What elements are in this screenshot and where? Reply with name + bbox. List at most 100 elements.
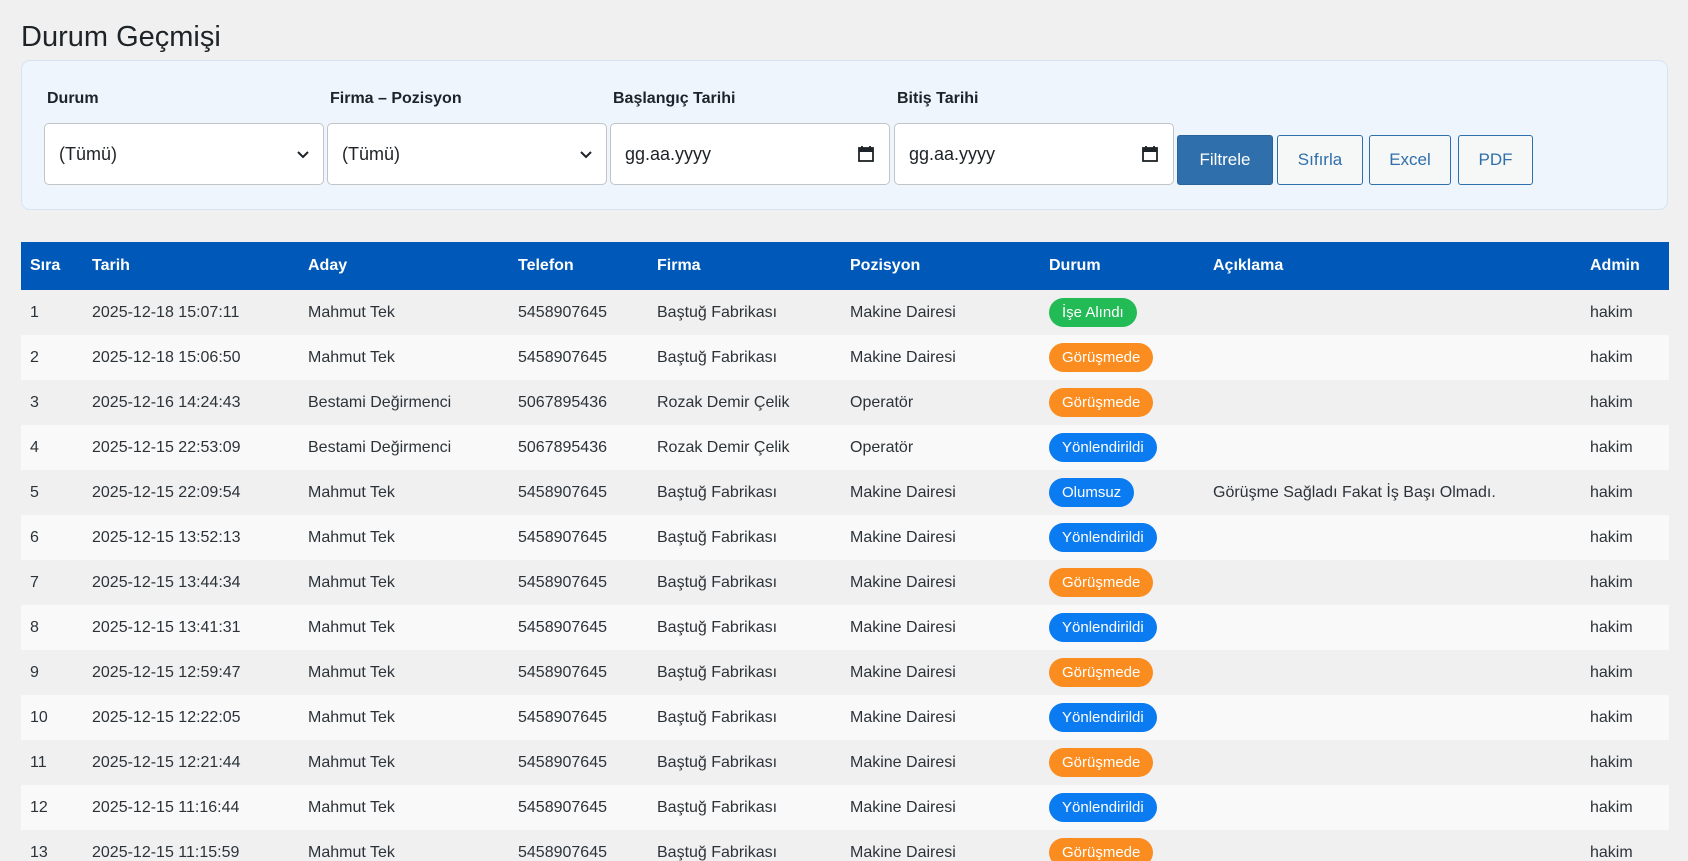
date-cell: 2025-12-18 15:07:11: [92, 303, 240, 321]
status-badge: Yönlendirildi: [1049, 523, 1157, 552]
reset-button[interactable]: Sıfırla: [1277, 135, 1363, 185]
calendar-icon[interactable]: [857, 145, 875, 163]
description-cell: [1204, 650, 1581, 695]
table-header-row: Sıra Tarih Aday Telefon Firma Pozisyon Durum Aç…: [21, 242, 1669, 290]
phone-cell: 5458907645: [518, 843, 607, 861]
status-cell: İşe Alındı: [1040, 290, 1204, 335]
table-row: 11 2025-12-15 12:21:44 Mahmut Tek 545890764…: [21, 740, 1669, 785]
status-cell: Yönlendirildi: [1040, 425, 1204, 470]
excel-export-button[interactable]: Excel: [1369, 135, 1451, 185]
date-cell: 2025-12-15 12:22:05: [92, 708, 241, 726]
table-row: 7 2025-12-15 13:44:34 Mahmut Tek 5458907645…: [21, 560, 1669, 605]
admin-cell: hakim: [1590, 618, 1633, 636]
table-row: 8 2025-12-15 13:41:31 Mahmut Tek 5458907645…: [21, 605, 1669, 650]
col-header-description: Açıklama: [1213, 257, 1284, 274]
start-date-input[interactable]: gg.aa.yyyy: [610, 123, 890, 185]
status-cell: Görüşmede: [1040, 560, 1204, 605]
position-cell: Makine Dairesi: [850, 573, 956, 591]
date-cell: 2025-12-15 11:15:59: [92, 843, 240, 861]
order-cell: 13: [30, 843, 48, 861]
order-cell: 11: [30, 753, 47, 771]
start-date-filter-label: Başlangıç Tarihi: [613, 90, 736, 107]
company-cell: Baştuğ Fabrikası: [657, 753, 778, 771]
company-cell: Baştuğ Fabrikası: [657, 573, 778, 591]
candidate-cell: Bestami Değirmenci: [308, 393, 452, 411]
description-cell: [1204, 335, 1581, 380]
position-cell: Makine Dairesi: [850, 483, 956, 501]
admin-cell: hakim: [1590, 708, 1633, 726]
phone-cell: 5067895436: [518, 393, 607, 411]
order-cell: 4: [30, 438, 39, 456]
status-badge: Görüşmede: [1049, 568, 1154, 597]
status-cell: Görüşmede: [1040, 335, 1204, 380]
pdf-export-button[interactable]: PDF: [1458, 135, 1533, 185]
order-cell: 5: [30, 483, 39, 501]
phone-cell: 5458907645: [518, 753, 607, 771]
filter-button[interactable]: Filtrele: [1177, 135, 1273, 185]
description-cell: [1204, 785, 1581, 830]
phone-cell: 5458907645: [518, 708, 607, 726]
table-row: 9 2025-12-15 12:59:47 Mahmut Tek 5458907645…: [21, 650, 1669, 695]
admin-cell: hakim: [1590, 393, 1633, 411]
date-cell: 2025-12-15 22:53:09: [92, 438, 241, 456]
phone-cell: 5458907645: [518, 528, 607, 546]
chevron-down-icon: [580, 151, 592, 159]
status-select[interactable]: (Tümü): [44, 123, 324, 185]
description-cell: [1204, 560, 1581, 605]
candidate-cell: Mahmut Tek: [308, 663, 395, 681]
start-date-filter: Başlangıç Tarihi gg.aa.yyyy: [610, 89, 890, 185]
company-cell: Rozak Demir Çelik: [657, 393, 790, 411]
admin-cell: hakim: [1590, 798, 1633, 816]
status-cell: Görüşmede: [1040, 650, 1204, 695]
table-row: 1 2025-12-18 15:07:11 Mahmut Tek 5458907645…: [21, 290, 1669, 335]
phone-cell: 5458907645: [518, 618, 607, 636]
candidate-cell: Mahmut Tek: [308, 348, 395, 366]
description-cell: [1204, 515, 1581, 560]
position-cell: Makine Dairesi: [850, 708, 956, 726]
order-cell: 9: [30, 663, 39, 681]
status-badge: Görüşmede: [1049, 748, 1154, 777]
page: Durum Geçmişi Durum (Tümü) Firma – Pozis…: [0, 0, 1688, 861]
candidate-cell: Mahmut Tek: [308, 528, 395, 546]
col-header-admin: Admin: [1590, 257, 1640, 274]
position-cell: Operatör: [850, 393, 914, 411]
company-cell: Baştuğ Fabrikası: [657, 843, 778, 861]
company-position-filter-label: Firma – Pozisyon: [330, 90, 462, 107]
status-badge: Yönlendirildi: [1049, 433, 1157, 462]
candidate-cell: Mahmut Tek: [308, 798, 395, 816]
phone-cell: 5458907645: [518, 348, 607, 366]
status-cell: Görüşmede: [1040, 380, 1204, 425]
start-date-placeholder: gg.aa.yyyy: [625, 143, 712, 164]
description-cell: [1204, 290, 1581, 335]
company-position-select-value: (Tümü): [342, 143, 400, 164]
position-cell: Makine Dairesi: [850, 663, 956, 681]
calendar-icon[interactable]: [1141, 145, 1159, 163]
company-cell: Baştuğ Fabrikası: [657, 798, 778, 816]
status-cell: Görüşmede: [1040, 830, 1204, 861]
table-row: 13 2025-12-15 11:15:59 Mahmut Tek 545890764…: [21, 830, 1669, 861]
description-cell: [1204, 425, 1581, 470]
table-body: 1 2025-12-18 15:07:11 Mahmut Tek 5458907645…: [21, 290, 1669, 861]
col-header-position: Pozisyon: [850, 257, 921, 274]
table-row: 5 2025-12-15 22:09:54 Mahmut Tek 5458907645…: [21, 470, 1669, 515]
end-date-input[interactable]: gg.aa.yyyy: [894, 123, 1174, 185]
status-history-table: Sıra Tarih Aday Telefon Firma Pozisyon Durum Aç…: [21, 242, 1669, 861]
description-cell: [1204, 740, 1581, 785]
phone-cell: 5458907645: [518, 798, 607, 816]
company-cell: Baştuğ Fabrikası: [657, 483, 778, 501]
col-header-order: Sıra: [30, 257, 61, 274]
date-cell: 2025-12-16 14:24:43: [92, 393, 241, 411]
table-header: Sıra Tarih Aday Telefon Firma Pozisyon Durum Aç…: [21, 242, 1669, 290]
table-row: 4 2025-12-15 22:53:09 Bestami Değirmenci 50…: [21, 425, 1669, 470]
company-position-select[interactable]: (Tümü): [327, 123, 607, 185]
candidate-cell: Mahmut Tek: [308, 753, 395, 771]
candidate-cell: Bestami Değirmenci: [308, 438, 452, 456]
candidate-cell: Mahmut Tek: [308, 708, 395, 726]
candidate-cell: Mahmut Tek: [308, 843, 395, 861]
date-cell: 2025-12-15 13:44:34: [92, 573, 241, 591]
status-badge: Görüşmede: [1049, 343, 1154, 372]
status-filter: Durum (Tümü): [44, 89, 324, 185]
status-badge: Olumsuz: [1049, 478, 1135, 507]
company-position-filter: Firma – Pozisyon (Tümü): [327, 89, 607, 185]
date-cell: 2025-12-15 13:41:31: [92, 618, 241, 636]
